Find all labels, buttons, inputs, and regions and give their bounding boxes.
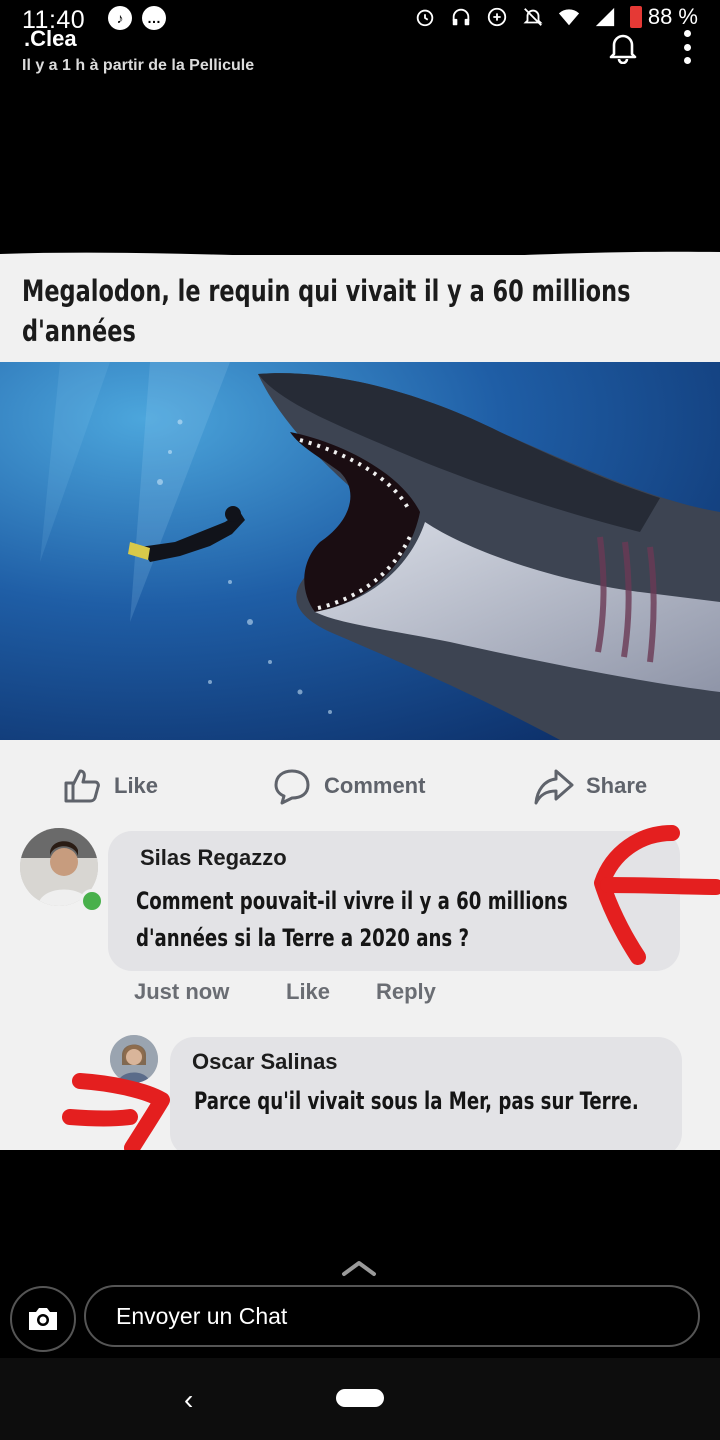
chat-input[interactable]: Envoyer un Chat [84, 1285, 700, 1347]
sender-name[interactable]: .Clea [24, 26, 77, 52]
share-label: Share [586, 773, 648, 798]
snap-subtitle: Il y a 1 h à partir de la Pellicule [22, 57, 255, 74]
like-label: Like [114, 773, 159, 798]
share-icon [534, 769, 574, 805]
like-button[interactable]: Like [62, 767, 158, 805]
comment-like-link[interactable]: Like [286, 979, 330, 1005]
signal-icon [595, 7, 615, 27]
chat-notification-icon: … [142, 6, 166, 30]
comment-reply-link[interactable]: Reply [376, 979, 436, 1005]
home-pill[interactable] [336, 1389, 384, 1407]
bell-icon[interactable] [606, 30, 640, 64]
avatar[interactable] [110, 1035, 158, 1083]
camera-button[interactable] [10, 1286, 76, 1352]
battery-level: 88 % [647, 4, 698, 29]
share-button[interactable]: Share [534, 767, 647, 805]
more-options-icon[interactable] [682, 30, 692, 64]
avatar-oscar [110, 1035, 158, 1083]
reply-author[interactable]: Oscar Salinas [192, 1049, 338, 1075]
alarm-icon [416, 9, 434, 27]
comment-text: Comment pouvait-il vivre il y a 60 milli… [136, 887, 568, 952]
post-headline: Megalodon, le requin qui vivait il y a 6… [22, 274, 631, 348]
data-saver-icon [487, 7, 507, 27]
battery-icon [629, 6, 642, 28]
back-icon[interactable]: ‹ [184, 1384, 193, 1416]
music-notification-icon: ♪ [108, 6, 132, 30]
post-actions: Like Comment Share [0, 755, 720, 815]
camera-icon [29, 1308, 57, 1330]
status-right: 88 % [414, 4, 698, 30]
comment-button[interactable]: Comment [272, 767, 425, 805]
headphones-icon [452, 8, 470, 26]
reply-text: Parce qu'il vivait sous la Mer, pas sur … [194, 1087, 639, 1115]
megalodon-photo [0, 362, 720, 740]
comment-icon [274, 769, 310, 805]
battery-indicator: 88 % [629, 4, 698, 30]
thumbs-up-icon [64, 769, 100, 803]
comment-author[interactable]: Silas Regazzo [140, 845, 287, 871]
comment-label: Comment [324, 773, 426, 798]
swipe-up-chevron-icon[interactable] [340, 1258, 378, 1278]
comment-time: Just now [134, 979, 230, 1004]
online-indicator [80, 889, 104, 913]
red-arrow-icon [62, 1073, 170, 1150]
wifi-icon [558, 9, 579, 26]
notification-icons: ♪ … [108, 6, 166, 30]
chat-input-placeholder: Envoyer un Chat [116, 1302, 288, 1329]
snap-content: Megalodon, le requin qui vivait il y a 6… [0, 255, 720, 1150]
mute-bell-icon [523, 8, 543, 26]
